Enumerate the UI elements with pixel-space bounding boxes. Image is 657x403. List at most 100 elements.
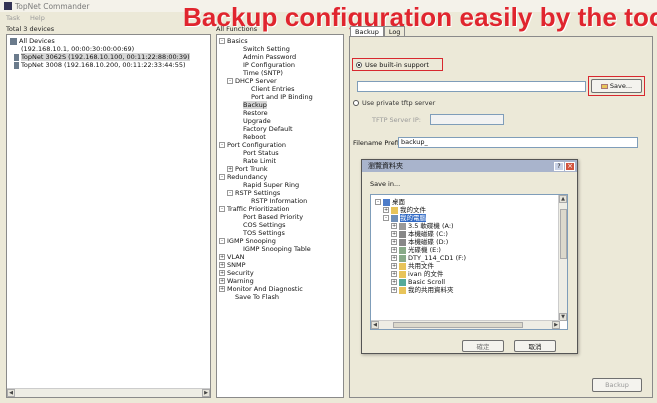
expand-icon[interactable]: + (219, 286, 225, 292)
collapse-icon[interactable]: - (227, 78, 233, 84)
expand-icon[interactable]: + (391, 247, 397, 253)
scroll-right-icon[interactable]: ▶ (202, 389, 210, 397)
folder-item[interactable]: + 共用文件 (375, 262, 563, 270)
save-button[interactable]: Save... (591, 79, 642, 93)
devices-hscrollbar[interactable]: ◀ ▶ (7, 388, 210, 397)
scroll-left-icon[interactable]: ◀ (371, 321, 379, 329)
function-item[interactable]: + SNMP (219, 261, 341, 269)
scroll-left-icon[interactable]: ◀ (7, 389, 15, 397)
function-item[interactable]: Rapid Super Ring (219, 181, 341, 189)
scroll-up-icon[interactable]: ▲ (559, 195, 567, 203)
collapse-icon[interactable]: - (227, 190, 233, 196)
collapse-icon[interactable]: - (219, 142, 225, 148)
function-item[interactable]: Admin Password (219, 53, 341, 61)
folder-item[interactable]: + 本機磁碟 (C:) (375, 230, 563, 238)
folder-vscrollbar[interactable]: ▲ ▼ (558, 195, 567, 321)
expand-icon[interactable]: + (391, 271, 397, 277)
function-item[interactable]: RSTP Information (219, 197, 341, 205)
tab-log[interactable]: Log (383, 26, 406, 36)
collapse-icon[interactable]: - (219, 174, 225, 180)
menu-help[interactable]: Help (30, 14, 45, 22)
expand-icon[interactable]: + (391, 263, 397, 269)
function-item[interactable]: IGMP Snooping Table (219, 245, 341, 253)
expand-icon[interactable]: + (227, 166, 233, 172)
function-item[interactable]: - Redundancy (219, 173, 341, 181)
tab-backup[interactable]: Backup (350, 26, 384, 36)
folder-item[interactable]: + Basic Scroll (375, 278, 563, 286)
expand-icon[interactable]: + (391, 231, 397, 237)
expand-icon[interactable]: + (391, 287, 397, 293)
function-item[interactable]: Rate Limit (219, 157, 341, 165)
function-item[interactable]: Switch Setting (219, 45, 341, 53)
help-icon[interactable]: ? (554, 161, 564, 171)
scroll-down-icon[interactable]: ▼ (559, 313, 567, 321)
function-item[interactable]: COS Settings (219, 221, 341, 229)
scroll-right-icon[interactable]: ▶ (552, 321, 560, 329)
folder-item[interactable]: +3.5 軟碟機 (A:) (375, 222, 563, 230)
collapse-icon[interactable]: - (219, 206, 225, 212)
function-item[interactable]: - Traffic Prioritization (219, 205, 341, 213)
function-item[interactable]: Reboot (219, 133, 341, 141)
function-item[interactable]: - Basics (219, 37, 341, 45)
folder-tree[interactable]: - 桌面 + 我的文件 - 我的電腦 +3.5 軟碟機 (A:) + 本機磁碟 (C:) + 本機磁… (370, 194, 568, 330)
tftp-radio[interactable] (353, 100, 359, 106)
function-item[interactable]: Client Entries (219, 85, 341, 93)
expand-icon[interactable]: + (383, 207, 389, 213)
device-item[interactable]: (192.168.10.1, 00:00:30:00:00:69) (10, 45, 207, 53)
ok-button[interactable]: 確定 (462, 340, 504, 352)
function-item[interactable]: - IGMP Snooping (219, 237, 341, 245)
collapse-icon[interactable]: - (383, 215, 389, 221)
folder-item[interactable]: + 本機磁碟 (D:) (375, 238, 563, 246)
expand-icon[interactable]: + (391, 279, 397, 285)
function-item[interactable]: TOS Settings (219, 229, 341, 237)
expand-icon[interactable]: + (219, 270, 225, 276)
device-item[interactable]: TopNet 3008 (192.168.10.200, 00:11:22:33… (10, 61, 207, 69)
function-item[interactable]: - Port Configuration (219, 141, 341, 149)
collapse-icon[interactable]: - (219, 38, 225, 44)
folder-item[interactable]: + 我的文件 (375, 206, 563, 214)
function-item[interactable]: - DHCP Server (219, 77, 341, 85)
function-item[interactable]: + Port Trunk (219, 165, 341, 173)
builtin-radio[interactable] (356, 61, 362, 68)
builtin-radio-highlight[interactable]: Use built-in support (352, 58, 443, 71)
functions-tree[interactable]: - Basics Switch Setting Admin Password IP Co… (216, 34, 344, 398)
expand-icon[interactable]: + (391, 239, 397, 245)
function-item[interactable]: Port and IP Binding (219, 93, 341, 101)
function-item[interactable]: + Security (219, 269, 341, 277)
folder-item[interactable]: + 光碟機 (E:) (375, 246, 563, 254)
collapse-icon[interactable]: - (375, 199, 381, 205)
backup-button[interactable]: Backup (592, 378, 642, 392)
folder-item[interactable]: + 我的共用資料夾 (375, 286, 563, 294)
scroll-thumb[interactable] (560, 209, 567, 259)
tftp-radio-row[interactable]: Use private tftp server (353, 99, 435, 107)
expand-icon[interactable]: + (219, 278, 225, 284)
folder-item[interactable]: - 我的電腦 (375, 214, 563, 222)
collapse-icon[interactable]: - (219, 238, 225, 244)
backup-path-field[interactable] (357, 81, 586, 92)
menu-task[interactable]: Task (6, 14, 20, 22)
function-item[interactable]: Save To Flash (219, 293, 341, 301)
devices-tree[interactable]: All Devices (192.168.10.1, 00:00:30:00:0… (6, 34, 211, 398)
expand-icon[interactable]: + (391, 223, 397, 229)
function-item[interactable]: Backup (219, 101, 341, 109)
function-item[interactable]: - RSTP Settings (219, 189, 341, 197)
device-root[interactable]: All Devices (10, 37, 207, 45)
function-item[interactable]: Time (SNTP) (219, 69, 341, 77)
expand-icon[interactable]: + (219, 254, 225, 260)
filename-prefix-field[interactable]: backup_ (398, 137, 638, 148)
close-icon[interactable]: × (565, 161, 575, 171)
function-item[interactable]: Port Status (219, 149, 341, 157)
device-item[interactable]: TopNet 3062S (192.168.10.100, 00:11:22:8… (10, 53, 207, 61)
function-item[interactable]: Restore (219, 109, 341, 117)
folder-item[interactable]: + DTY_114_CD1 (F:) (375, 254, 563, 262)
function-item[interactable]: Upgrade (219, 117, 341, 125)
expand-icon[interactable]: + (391, 255, 397, 261)
function-item[interactable]: + Warning (219, 277, 341, 285)
hscroll-thumb[interactable] (393, 322, 523, 328)
folder-item[interactable]: - 桌面 (375, 198, 563, 206)
function-item[interactable]: + VLAN (219, 253, 341, 261)
tftp-ip-field[interactable] (430, 114, 504, 125)
cancel-button[interactable]: 取消 (514, 340, 556, 352)
expand-icon[interactable]: + (219, 262, 225, 268)
function-item[interactable]: IP Configuration (219, 61, 341, 69)
